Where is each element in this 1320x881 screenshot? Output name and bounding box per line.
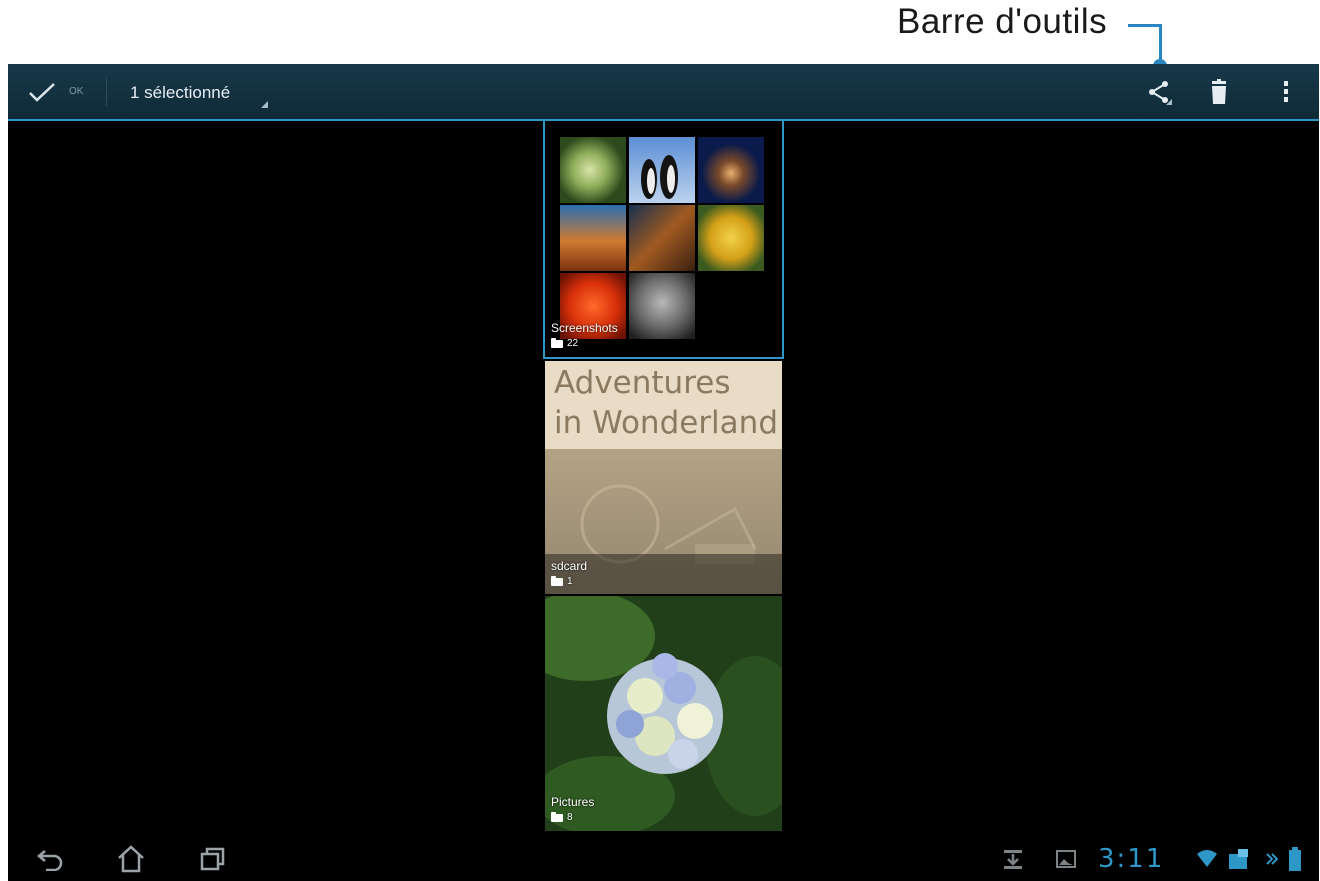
cover-title-line: Adventures bbox=[554, 365, 731, 401]
album-name: Pictures bbox=[551, 795, 595, 809]
album-screenshots[interactable]: Screenshots 22 bbox=[543, 119, 784, 359]
toolbar-callout-label: Barre d'outils bbox=[897, 2, 1108, 41]
album-count: 22 bbox=[551, 337, 579, 349]
folder-icon bbox=[551, 575, 563, 586]
selection-count[interactable]: 1 sélectionné bbox=[130, 83, 230, 103]
folder-icon bbox=[551, 337, 563, 348]
cover-title-line: in Wonderland bbox=[554, 405, 778, 441]
share-icon[interactable] bbox=[1143, 76, 1175, 108]
done-button[interactable]: OK bbox=[69, 86, 83, 97]
album-count-value: 22 bbox=[567, 338, 579, 349]
thumbnail-jellyfish bbox=[698, 137, 764, 203]
album-name: Screenshots bbox=[551, 321, 618, 335]
album-name: sdcard bbox=[551, 559, 588, 573]
album-count-value: 8 bbox=[567, 812, 573, 823]
dropdown-indicator-icon bbox=[261, 101, 268, 108]
system-bar: 3:11 bbox=[8, 834, 1319, 881]
thumbnail-desert bbox=[560, 205, 626, 271]
album-cover: Adventures in Wonderland bbox=[545, 361, 782, 449]
toolbar: OK 1 sélectionné bbox=[8, 64, 1319, 121]
album-count: 1 bbox=[551, 575, 573, 587]
cover-title: Adventures in Wonderland bbox=[554, 363, 778, 443]
trash-icon[interactable] bbox=[1203, 76, 1235, 108]
back-icon[interactable] bbox=[34, 844, 68, 874]
tablet-screen: OK 1 sélectionné Screenshots 22 Adventur… bbox=[8, 64, 1319, 881]
more-status-icon[interactable] bbox=[1266, 848, 1278, 870]
thumbnail-penguins bbox=[629, 137, 695, 203]
download-icon[interactable] bbox=[1002, 848, 1024, 870]
album-sdcard[interactable]: Adventures in Wonderland sdcard 1 bbox=[545, 361, 782, 594]
dock-icon[interactable] bbox=[1226, 848, 1252, 870]
album-count: 8 bbox=[551, 811, 573, 823]
check-icon[interactable] bbox=[28, 82, 56, 102]
recent-apps-icon[interactable] bbox=[196, 844, 230, 874]
album-pictures[interactable]: Pictures 8 bbox=[545, 596, 782, 831]
callout-line bbox=[1128, 24, 1162, 27]
overflow-menu-icon[interactable] bbox=[1270, 76, 1302, 108]
thumbnail-tulips bbox=[698, 205, 764, 271]
battery-icon[interactable] bbox=[1288, 847, 1302, 871]
thumbnail-hydrangea bbox=[560, 137, 626, 203]
clock[interactable]: 3:11 bbox=[1098, 844, 1164, 874]
album-count-value: 1 bbox=[567, 576, 573, 587]
thumbnail-lighthouse bbox=[629, 205, 695, 271]
wifi-icon[interactable] bbox=[1196, 848, 1218, 870]
home-icon[interactable] bbox=[114, 844, 148, 874]
gallery-icon[interactable] bbox=[1056, 848, 1076, 870]
thumbnail-koala bbox=[629, 273, 695, 339]
divider bbox=[106, 78, 107, 106]
folder-icon bbox=[551, 811, 563, 822]
